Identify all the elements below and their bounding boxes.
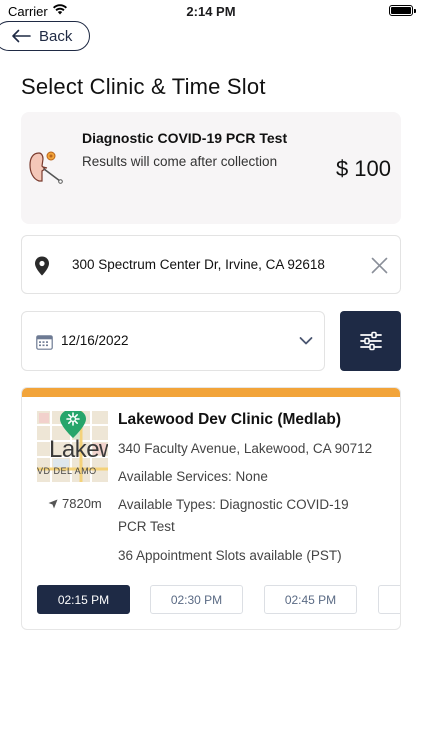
clinic-address: 340 Faculty Avenue, Lakewood, CA 90712: [118, 441, 373, 456]
filter-button[interactable]: [340, 311, 401, 371]
clinic-card[interactable]: Lakew VD DEL AMO 7820m Lakewood Dev Clin…: [21, 387, 401, 630]
clinic-card-accent: [22, 388, 400, 397]
sliders-icon: [359, 331, 382, 351]
calendar-icon: [36, 335, 53, 350]
map-city-label: Lakew: [49, 436, 108, 463]
time-slot-button[interactable]: 02:45 PM: [264, 585, 357, 614]
test-summary-card: Diagnostic COVID-19 PCR Test Results wil…: [21, 112, 401, 224]
back-button[interactable]: Back: [0, 21, 90, 51]
clinic-services: Available Services: None: [118, 469, 268, 484]
page-title: Select Clinic & Time Slot: [21, 74, 266, 99]
covid-test-icon: [29, 151, 63, 184]
distance-value: 7820m: [62, 496, 102, 511]
date-value: 12/16/2022: [61, 333, 129, 348]
time-slot-button[interactable]: [378, 585, 400, 614]
map-street-label: VD DEL AMO: [37, 466, 97, 476]
clinic-map-thumbnail[interactable]: Lakew VD DEL AMO: [37, 411, 108, 482]
back-label: Back: [39, 27, 73, 45]
location-input[interactable]: 300 Spectrum Center Dr, Irvine, CA 92618: [21, 235, 401, 294]
test-name: Diagnostic COVID-19 PCR Test: [82, 130, 288, 146]
map-pin-icon: [35, 256, 49, 276]
clock: 2:14 PM: [186, 4, 236, 19]
status-bar: Carrier 2:14 PM: [0, 0, 422, 22]
clinic-distance: 7820m: [48, 496, 102, 511]
date-picker[interactable]: 12/16/2022: [21, 311, 325, 371]
map-marker-icon: [60, 411, 86, 438]
time-slot-button[interactable]: 02:30 PM: [150, 585, 243, 614]
location-value: 300 Spectrum Center Dr, Irvine, CA 92618: [72, 257, 325, 272]
arrow-left-icon: [12, 29, 31, 43]
close-icon[interactable]: [371, 257, 388, 274]
clinic-name: Lakewood Dev Clinic (Medlab): [118, 411, 342, 428]
battery-icon: [389, 5, 416, 16]
clinic-types: Available Types: Diagnostic COVID-19 PCR…: [118, 497, 349, 534]
location-arrow-icon: [48, 499, 58, 508]
test-subtitle: Results will come after collection: [82, 154, 278, 169]
chevron-down-icon: [299, 337, 313, 345]
time-slot-button[interactable]: 02:15 PM: [37, 585, 130, 614]
test-price: $ 100: [335, 156, 391, 181]
clinic-slots-available: 36 Appointment Slots available (PST): [118, 548, 342, 563]
